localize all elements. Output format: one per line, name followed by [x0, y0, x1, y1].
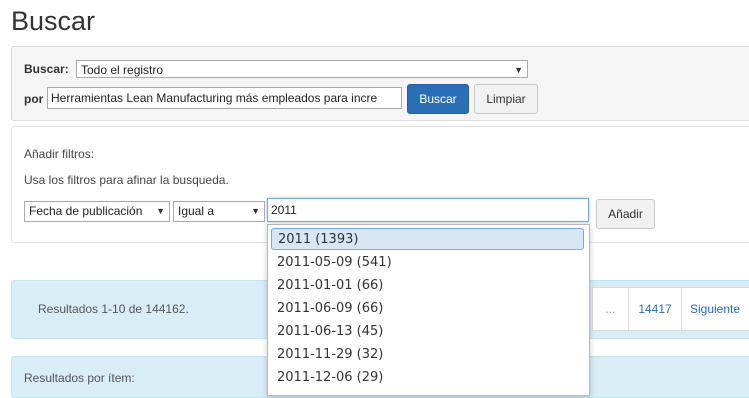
filters-help-text: Usa los filtros para afinar la busqueda. — [24, 173, 229, 187]
autocomplete-item[interactable]: 2011-06-13 (45) — [271, 321, 584, 343]
pagination-next[interactable]: Siguiente — [681, 288, 749, 330]
search-scope-value: Todo el registro — [81, 63, 164, 77]
add-filter-button[interactable]: Añadir — [596, 199, 655, 229]
search-scope-select[interactable]: Todo el registro ▼ — [76, 60, 528, 78]
clear-button[interactable]: Limpiar — [474, 84, 538, 114]
autocomplete-dropdown: 2011 (1393) 2011-05-09 (541) 2011-01-01 … — [267, 224, 590, 396]
autocomplete-item[interactable]: 2011-01-01 (66) — [271, 275, 584, 297]
results-summary-text: Resultados 1-10 de 144162. — [38, 302, 189, 316]
autocomplete-item[interactable]: 2011-05-09 (541) — [271, 252, 584, 274]
chevron-down-icon: ▼ — [251, 206, 260, 216]
query-label: por — [24, 92, 44, 106]
filter-operator-select[interactable]: Igual a ▼ — [173, 201, 265, 222]
autocomplete-item[interactable]: 2011-12-06 (29) — [271, 367, 584, 389]
autocomplete-item[interactable]: 2011-11-29 (32) — [271, 344, 584, 366]
autocomplete-item[interactable]: 2011-06-09 (66) — [271, 298, 584, 320]
results-per-item-label: Resultados por ítem: — [24, 371, 135, 385]
filter-field-select[interactable]: Fecha de publicación ▼ — [24, 201, 170, 222]
pagination: ... 14417 Siguiente — [592, 287, 749, 331]
filter-value-input[interactable]: 2011 — [267, 198, 589, 222]
scope-label: Buscar: — [24, 62, 69, 76]
page-title: Buscar — [11, 6, 96, 36]
filter-field-value: Fecha de publicación — [29, 204, 143, 218]
search-panel — [11, 46, 749, 121]
chevron-down-icon: ▼ — [156, 206, 165, 216]
chevron-down-icon: ▼ — [514, 65, 523, 75]
search-button[interactable]: Buscar — [407, 84, 469, 114]
pagination-last-page[interactable]: 14417 — [628, 288, 681, 330]
autocomplete-item[interactable]: 2011 (1393) — [271, 228, 584, 250]
pagination-ellipsis: ... — [593, 288, 628, 330]
filters-heading: Añadir filtros: — [24, 147, 95, 161]
filter-operator-value: Igual a — [178, 204, 215, 218]
search-query-input[interactable]: Herramientas Lean Manufacturing más empl… — [47, 87, 402, 109]
